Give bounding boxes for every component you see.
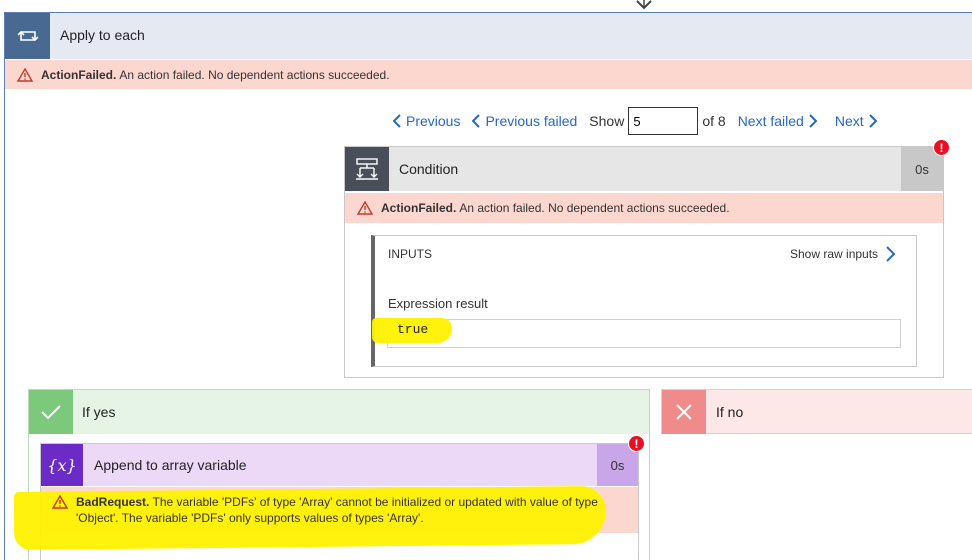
condition-error-bar: ActionFailed. An action failed. No depen…: [345, 193, 943, 223]
if-no-header[interactable]: [661, 389, 972, 434]
if-yes-title: If yes: [82, 404, 116, 420]
inputs-heading: INPUTS: [388, 247, 433, 261]
close-icon: [662, 390, 706, 434]
error-message: An action failed. No dependent actions s…: [459, 201, 730, 215]
error-badge-icon: !: [628, 435, 645, 452]
previous-failed-label: Previous failed: [485, 113, 578, 129]
show-raw-inputs-link[interactable]: Show raw inputs: [790, 246, 896, 262]
chevron-left-icon: [472, 114, 481, 128]
next-label: Next: [834, 113, 864, 129]
error-code: BadRequest.: [76, 495, 150, 509]
warning-icon: [17, 67, 33, 82]
error-message: An action failed. No dependent actions s…: [119, 67, 390, 82]
loop-icon: [5, 13, 50, 59]
chevron-left-icon: [393, 114, 401, 128]
warning-icon: [357, 201, 373, 215]
previous-label: Previous: [406, 113, 461, 129]
append-variable-title: Append to array variable: [94, 457, 247, 473]
condition-title: Condition: [399, 161, 459, 177]
previous-button[interactable]: Previous: [393, 113, 460, 129]
connector-arrow-icon: [636, 0, 652, 10]
of-total-label: of 8: [702, 113, 726, 129]
iteration-pager: Previous Previous failed Show of 8 Next …: [393, 107, 877, 135]
show-raw-inputs-label: Show raw inputs: [790, 247, 879, 261]
previous-failed-button[interactable]: Previous failed: [472, 113, 577, 129]
condition-icon: [345, 147, 389, 191]
append-variable-error-text: BadRequest. The variable 'PDFs' of type …: [51, 494, 612, 526]
next-button[interactable]: Next: [835, 113, 877, 129]
next-failed-button[interactable]: Next failed: [738, 113, 817, 129]
error-code: ActionFailed.: [41, 67, 117, 82]
variable-icon: {x}: [41, 444, 83, 486]
error-code: ActionFailed.: [381, 201, 457, 215]
apply-to-each-header[interactable]: [5, 13, 972, 59]
chevron-right-icon: [809, 114, 817, 128]
apply-to-each-error-bar: ActionFailed. An action failed. No depen…: [5, 60, 972, 89]
error-message: The variable 'PDFs' of type 'Array' cann…: [76, 495, 598, 525]
iteration-number-input[interactable]: [628, 107, 699, 135]
expression-result-field: [387, 319, 901, 348]
if-yes-header[interactable]: [29, 390, 649, 434]
next-failed-label: Next failed: [737, 113, 804, 129]
show-label: Show: [589, 113, 625, 129]
error-badge-icon: !: [933, 139, 950, 156]
checkmark-icon: [29, 390, 73, 434]
expression-result-value: true: [397, 322, 429, 337]
if-no-title: If no: [716, 404, 744, 420]
chevron-right-icon: [868, 114, 877, 128]
apply-to-each-title: Apply to each: [60, 27, 145, 43]
chevron-right-icon: [886, 246, 896, 262]
warning-icon: [51, 494, 69, 526]
expression-result-label: Expression result: [388, 296, 488, 311]
